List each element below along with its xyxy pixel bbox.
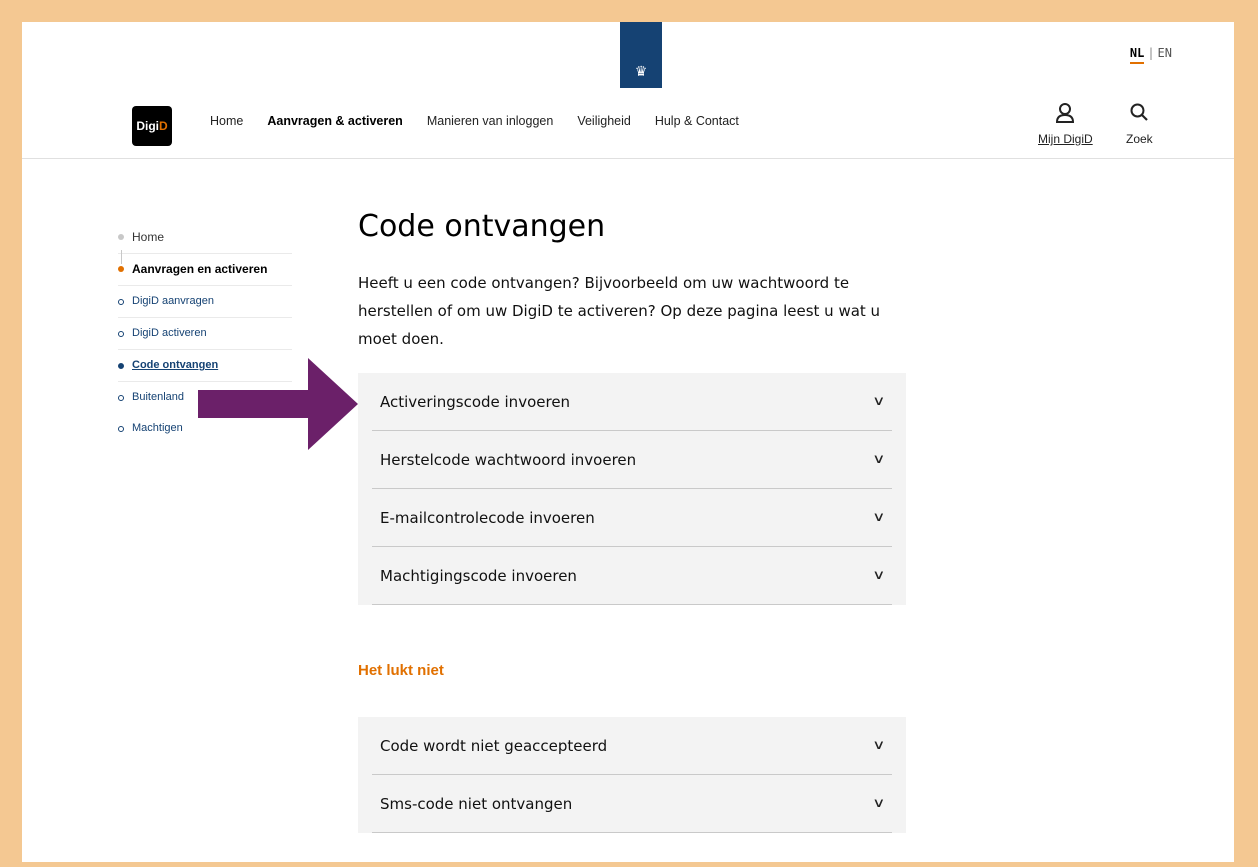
chevron-down-icon: ∨ xyxy=(872,796,886,811)
header-divider xyxy=(22,158,1234,159)
bullet-icon xyxy=(118,299,124,305)
main-content: Code ontvangen Heeft u een code ontvange… xyxy=(358,207,906,833)
sidebar-item-home[interactable]: Home xyxy=(118,222,292,264)
lang-en[interactable]: EN xyxy=(1158,46,1172,60)
mijn-digid-link[interactable]: Mijn DigiD xyxy=(1038,102,1093,146)
lang-separator: | xyxy=(1147,46,1155,60)
accordion-item-activeringscode[interactable]: Activeringscode invoeren ∨ xyxy=(372,373,892,431)
bullet-icon xyxy=(118,266,124,272)
search-button[interactable]: Zoek xyxy=(1126,102,1153,146)
accordion-item-label: Sms-code niet ontvangen xyxy=(380,794,573,813)
page: ♛ NL | EN Digi D Home Aanvragen & activeren… xyxy=(22,22,1234,862)
crest-icon: ♛ xyxy=(634,64,648,80)
bullet-icon xyxy=(118,395,124,401)
accordion-item-herstelcode[interactable]: Herstelcode wachtwoord invoeren ∨ xyxy=(372,431,892,489)
digid-logo[interactable]: Digi D xyxy=(132,106,172,146)
nav-manieren-van-inloggen[interactable]: Manieren van inloggen xyxy=(427,114,553,128)
sidebar-item-label: Buitenland xyxy=(132,391,184,403)
main-nav: Home Aanvragen & activeren Manieren van … xyxy=(210,114,739,128)
nav-home[interactable]: Home xyxy=(210,114,243,128)
sidebar-item-label: Aanvragen en activeren xyxy=(132,262,268,276)
nav-aanvragen-activeren[interactable]: Aanvragen & activeren xyxy=(267,114,402,128)
accordion-item-label: Herstelcode wachtwoord invoeren xyxy=(380,450,637,469)
bullet-icon xyxy=(118,331,124,337)
chevron-down-icon: ∨ xyxy=(872,568,886,583)
accordion-item-sms-code-niet-ontvangen[interactable]: Sms-code niet ontvangen ∨ xyxy=(372,775,892,833)
digid-logo-text: Digi xyxy=(136,119,159,133)
accordion-item-machtigingscode[interactable]: Machtigingscode invoeren ∨ xyxy=(372,547,892,605)
bullet-icon xyxy=(118,426,124,432)
accordion-item-label: Machtigingscode invoeren xyxy=(380,566,577,585)
lang-nl[interactable]: NL xyxy=(1129,46,1145,64)
accordion-item-label: Activeringscode invoeren xyxy=(380,392,571,411)
accordion-item-label: E-mailcontrolecode invoeren xyxy=(380,508,595,527)
nav-hulp-contact[interactable]: Hulp & Contact xyxy=(655,114,739,128)
sidebar-item-label: Home xyxy=(132,230,165,244)
accordion-item-emailcontrolecode[interactable]: E-mailcontrolecode invoeren ∨ xyxy=(372,489,892,547)
bullet-icon xyxy=(118,363,124,369)
problems-accordion: Code wordt niet geaccepteerd ∨ Sms-code … xyxy=(358,717,906,833)
sidebar-item-label: Machtigen xyxy=(132,422,183,434)
language-switch: NL | EN xyxy=(1129,46,1172,64)
section-heading-het-lukt-niet: Het lukt niet xyxy=(358,662,444,679)
sidebar-item-digid-aanvragen[interactable]: DigiD aanvragen xyxy=(118,286,292,318)
sidebar-item-aanvragen-en-activeren[interactable]: Aanvragen en activeren xyxy=(118,254,292,286)
accordion-item-label: Code wordt niet geaccepteerd xyxy=(380,736,608,755)
accordion-item-code-niet-geaccepteerd[interactable]: Code wordt niet geaccepteerd ∨ xyxy=(372,717,892,775)
bullet-icon xyxy=(118,234,124,240)
search-label: Zoek xyxy=(1126,132,1153,146)
rijksoverheid-logo: ♛ xyxy=(620,22,662,88)
intro-text: Heeft u een code ontvangen? Bijvoorbeeld… xyxy=(358,274,881,348)
digid-logo-d: D xyxy=(159,119,168,133)
chevron-down-icon: ∨ xyxy=(872,452,886,467)
sidebar-item-digid-activeren[interactable]: DigiD activeren xyxy=(118,318,292,350)
nav-veiligheid[interactable]: Veiligheid xyxy=(577,114,631,128)
page-title: Code ontvangen xyxy=(358,209,606,244)
sidebar-item-label: DigiD activeren xyxy=(132,327,207,339)
search-icon xyxy=(1129,102,1149,126)
chevron-down-icon: ∨ xyxy=(872,738,886,753)
code-accordion: Activeringscode invoeren ∨ Herstelcode w… xyxy=(358,373,906,605)
user-icon xyxy=(1055,102,1075,126)
chevron-down-icon: ∨ xyxy=(872,510,886,525)
chevron-down-icon: ∨ xyxy=(872,394,886,409)
mijn-digid-label: Mijn DigiD xyxy=(1038,132,1093,146)
sidebar-item-label: DigiD aanvragen xyxy=(132,295,214,307)
annotation-arrow-icon xyxy=(198,358,358,450)
